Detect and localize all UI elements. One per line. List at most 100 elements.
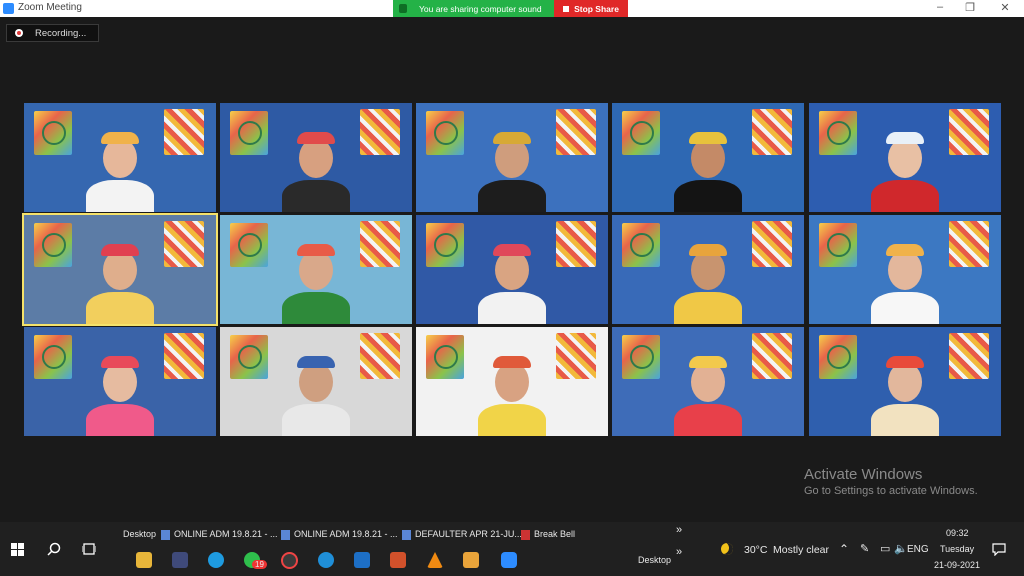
edge-browser-icon[interactable]	[318, 552, 334, 568]
participant-face	[495, 138, 529, 178]
peace-symbol-icon	[238, 233, 262, 257]
share-status: You are sharing computer sound	[393, 0, 554, 17]
desktop-toolbar-label-2[interactable]: Desktop	[638, 555, 671, 565]
clock-date[interactable]: 21-09-2021	[934, 560, 980, 570]
weather-temperature[interactable]: 30°C	[744, 544, 767, 556]
weather-condition[interactable]: Mostly clear	[773, 544, 829, 556]
weather-moon-icon	[721, 543, 733, 555]
clock-time[interactable]: 09:32	[946, 528, 969, 538]
notification-icon[interactable]	[992, 543, 1006, 556]
peace-symbol-icon	[827, 121, 851, 145]
file-explorer-icon[interactable]	[136, 552, 152, 568]
participant-video-tile[interactable]	[416, 215, 608, 324]
record-icon	[15, 29, 23, 37]
peace-symbol-icon	[42, 121, 66, 145]
vlc-icon[interactable]	[427, 552, 443, 568]
peace-poster	[752, 221, 792, 267]
participant-body	[478, 292, 546, 324]
search-icon[interactable]	[47, 542, 61, 556]
participant-video-tile[interactable]	[809, 327, 1001, 436]
peace-symbol-icon	[238, 121, 262, 145]
peace-poster	[360, 221, 400, 267]
network-icon[interactable]: ▭	[880, 542, 890, 555]
tray-chevron-up-icon[interactable]: ⌃	[839, 542, 849, 556]
recording-indicator[interactable]: Recording...	[6, 24, 99, 42]
headband	[886, 132, 924, 144]
participant-face	[888, 250, 922, 290]
headband	[493, 244, 531, 256]
desktop-toolbar-label[interactable]: Desktop	[123, 529, 156, 539]
powerpoint-icon[interactable]	[390, 552, 406, 568]
share-status-text: You are sharing computer sound	[419, 3, 542, 14]
participant-video-tile[interactable]	[220, 327, 412, 436]
peace-symbol-icon	[434, 233, 458, 257]
language-indicator[interactable]: ENG	[907, 544, 929, 555]
toolbar-overflow-2[interactable]: »	[676, 546, 682, 558]
toolbar-overflow[interactable]: »	[676, 524, 682, 536]
peace-symbol-icon	[238, 345, 262, 369]
participant-face	[299, 138, 333, 178]
participant-video-tile[interactable]	[24, 327, 216, 436]
participant-face	[691, 250, 725, 290]
activate-title: Activate Windows	[804, 466, 923, 483]
video-icon[interactable]	[463, 552, 479, 568]
peace-poster	[556, 109, 596, 155]
participant-face	[299, 362, 333, 402]
taskbar-item-1[interactable]: ONLINE ADM 19.8.21 - ...	[161, 529, 278, 540]
photos-icon[interactable]	[172, 552, 188, 568]
bell-icon	[521, 529, 530, 540]
participant-video-tile[interactable]	[612, 327, 804, 436]
zoom-taskbar-icon[interactable]	[501, 552, 517, 568]
stop-share-button[interactable]: Stop Share	[554, 0, 628, 17]
participant-body	[871, 180, 939, 212]
peace-poster	[949, 221, 989, 267]
peace-poster	[949, 109, 989, 155]
headband	[493, 132, 531, 144]
peace-symbol-icon	[434, 121, 458, 145]
peace-symbol-icon	[630, 121, 654, 145]
windows-start-icon[interactable]	[11, 543, 24, 556]
minimize-button[interactable]: –	[930, 1, 950, 13]
clock-day[interactable]: Tuesday	[940, 544, 974, 554]
participant-body	[86, 292, 154, 324]
task-view-icon[interactable]	[82, 543, 96, 555]
taskbar-item-4[interactable]: Break Bell	[521, 529, 575, 540]
taskbar-item-3[interactable]: DEFAULTER APR 21-JU...	[402, 529, 522, 540]
participant-face	[103, 362, 137, 402]
participant-body	[674, 404, 742, 436]
participant-video-tile[interactable]	[809, 215, 1001, 324]
store-icon[interactable]	[354, 552, 370, 568]
peace-symbol-icon	[630, 233, 654, 257]
participant-body	[871, 292, 939, 324]
peace-poster	[752, 333, 792, 379]
participant-video-tile[interactable]	[220, 103, 412, 212]
participant-body	[871, 404, 939, 436]
taskbar-item-2-label: ONLINE ADM 19.8.21 - ...	[294, 529, 398, 539]
participant-video-tile[interactable]	[612, 103, 804, 212]
document-icon	[161, 529, 170, 540]
taskbar-item-2[interactable]: ONLINE ADM 19.8.21 - ...	[281, 529, 398, 540]
close-button[interactable]: ✕	[995, 1, 1015, 14]
peace-symbol-icon	[630, 345, 654, 369]
peace-poster	[360, 109, 400, 155]
participant-face	[691, 362, 725, 402]
participant-video-tile[interactable]	[22, 213, 218, 326]
participant-video-tile[interactable]	[24, 103, 216, 212]
restore-button[interactable]: ❐	[960, 1, 980, 14]
participant-video-tile[interactable]	[809, 103, 1001, 212]
participant-face	[495, 250, 529, 290]
skype-icon[interactable]	[208, 552, 224, 568]
participant-face	[103, 138, 137, 178]
stop-share-label: Stop Share	[574, 3, 619, 14]
participant-video-tile[interactable]	[612, 215, 804, 324]
pen-icon[interactable]: ✎	[860, 542, 869, 555]
participant-video-tile[interactable]	[220, 215, 412, 324]
participant-video-tile[interactable]	[416, 103, 608, 212]
participant-video-tile[interactable]	[416, 327, 608, 436]
peace-poster	[556, 333, 596, 379]
volume-icon[interactable]: 🔈	[894, 542, 908, 555]
headband	[886, 356, 924, 368]
peace-symbol-icon	[827, 345, 851, 369]
peace-poster	[360, 333, 400, 379]
media-player-icon[interactable]	[281, 552, 298, 569]
